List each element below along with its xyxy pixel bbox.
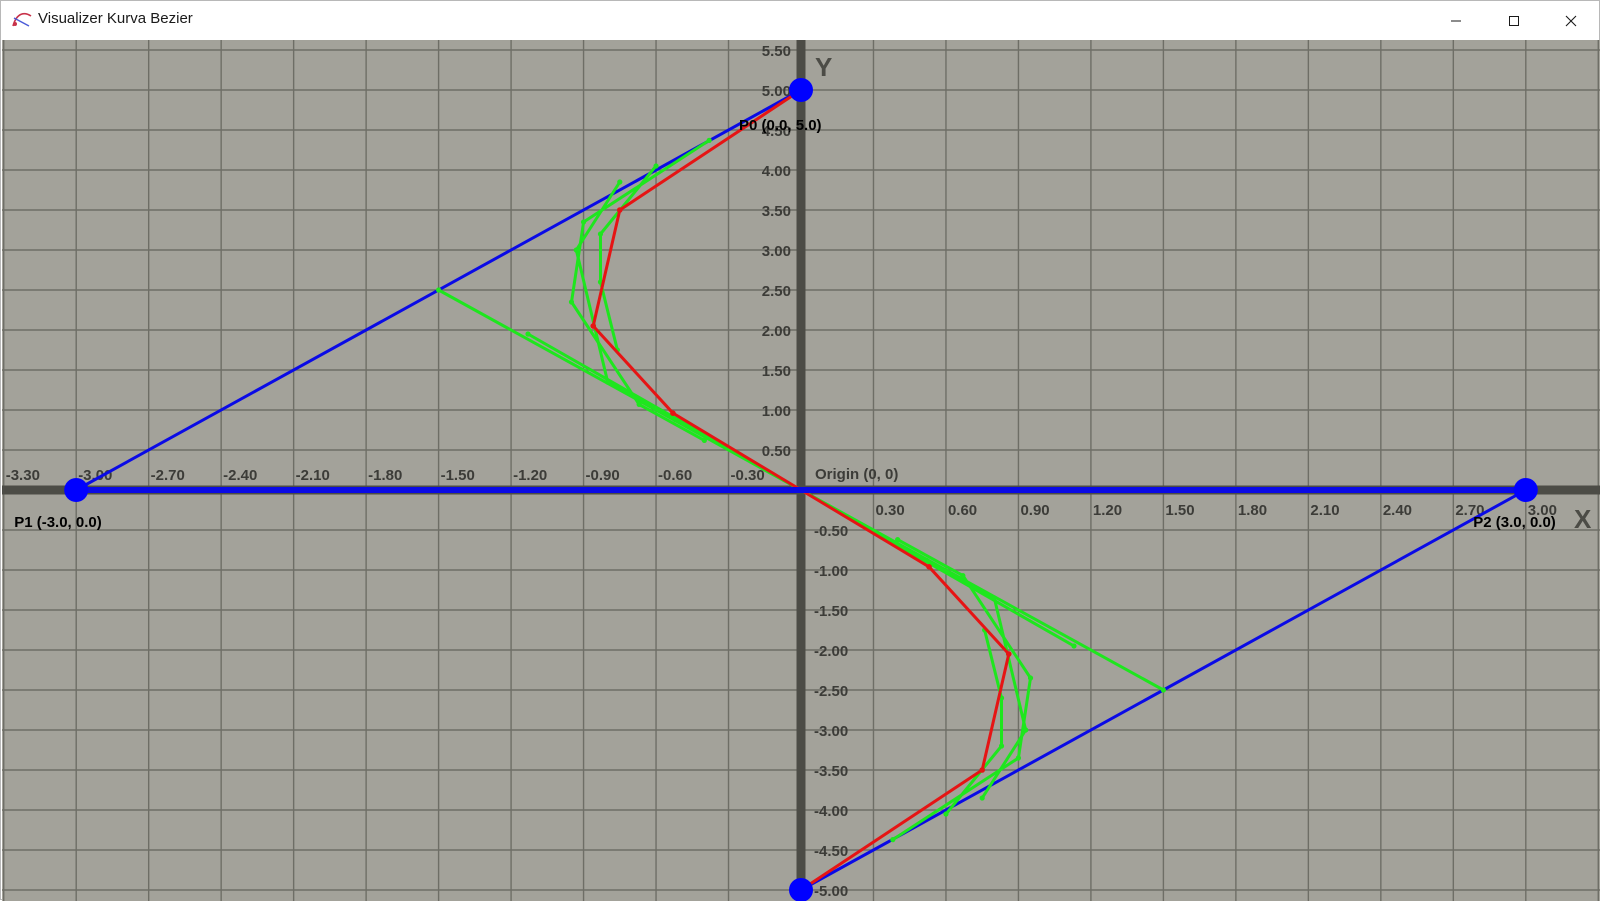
x-tick-label: -2.40 <box>223 467 257 484</box>
x-tick-label: -2.70 <box>151 467 185 484</box>
y-tick-label: 1.50 <box>762 363 791 380</box>
origin-label: Origin (0, 0) <box>815 466 898 483</box>
y-tick-label: -4.50 <box>814 843 848 860</box>
bezier-plot[interactable]: -3.30 -3.00 -2.70 -2.40 -2.10 -1.80 -1.50 -1.20… <box>2 40 1600 901</box>
x-tick-label: 0.90 <box>1020 502 1049 519</box>
construction-point <box>895 537 901 543</box>
y-tick-label: 0.50 <box>762 443 791 460</box>
curve-vertex <box>926 564 932 570</box>
x-tick-label: 1.50 <box>1165 502 1194 519</box>
y-tick-label: 5.50 <box>762 43 791 60</box>
x-tick-label: -2.10 <box>296 467 330 484</box>
construction-point <box>597 231 604 237</box>
x-tick-label: -0.60 <box>658 467 692 484</box>
construction-point <box>706 137 712 143</box>
curve-vertex <box>979 767 985 773</box>
x-tick-label: 0.60 <box>948 502 977 519</box>
window-title: Visualizer Kurva Bezier <box>38 10 193 27</box>
maximize-icon <box>1509 15 1519 26</box>
curve-vertex <box>590 323 597 329</box>
construction-point <box>617 179 623 185</box>
construction-point <box>1071 643 1077 649</box>
y-tick-label: -2.50 <box>814 683 848 700</box>
bezier-curve-icon <box>12 12 32 27</box>
construction-point <box>960 573 966 579</box>
y-tick-label: -5.00 <box>814 883 848 900</box>
construction-point <box>701 437 707 443</box>
minimize-button[interactable] <box>1427 1 1485 40</box>
construction-point <box>525 331 531 337</box>
y-tick-label: 3.50 <box>762 203 791 220</box>
tick-labels: -3.30 -3.00 -2.70 -2.40 -2.10 -1.80 -1.50 -1.20… <box>6 43 1557 900</box>
y-tick-label: -1.50 <box>814 603 848 620</box>
construction-point <box>1015 755 1022 761</box>
control-point-label-p1: P1 (-3.0, 0.0) <box>14 514 102 531</box>
construction-point <box>672 417 678 423</box>
x-tick-label: 0.30 <box>875 502 904 519</box>
y-tick-label: -4.00 <box>814 803 848 820</box>
construction-point <box>436 287 442 293</box>
x-tick-label: 1.20 <box>1093 502 1122 519</box>
construction-point <box>890 837 896 843</box>
control-point-p3[interactable] <box>789 878 813 901</box>
construction-point <box>605 379 611 385</box>
y-tick-label: -0.50 <box>814 523 848 540</box>
y-tick-label: 3.00 <box>762 243 791 260</box>
x-tick-label: -3.30 <box>6 467 40 484</box>
construction-point <box>653 163 659 169</box>
control-point-p2[interactable] <box>1513 478 1538 502</box>
construction-point <box>979 795 985 801</box>
bezier-canvas[interactable]: -3.30 -3.00 -2.70 -2.40 -2.10 -1.80 -1.50 -1.20… <box>2 40 1600 901</box>
y-tick-label: -3.00 <box>814 723 848 740</box>
construction-point <box>580 219 587 225</box>
maximize-button[interactable] <box>1485 1 1543 40</box>
app-window: Visualizer Kurva Bezier -3.30 -3.00 -2.70-… <box>0 0 1600 901</box>
x-tick-label: 1.80 <box>1238 502 1267 519</box>
title-bar[interactable]: Visualizer Kurva Bezier <box>1 1 1599 40</box>
close-button[interactable] <box>1542 1 1600 40</box>
construction-point <box>943 811 949 817</box>
x-tick-label: -1.20 <box>513 467 547 484</box>
construction-point <box>924 557 930 564</box>
y-tick-label: -3.50 <box>814 763 848 780</box>
construction-point <box>636 401 642 407</box>
construction-point <box>568 299 575 305</box>
y-tick-label: 1.00 <box>762 403 791 420</box>
y-axis-label: Y <box>815 52 832 82</box>
x-tick-label: -0.90 <box>586 467 620 484</box>
y-tick-label: -2.00 <box>814 643 848 660</box>
control-point-p0[interactable] <box>789 78 813 102</box>
x-tick-label: 2.40 <box>1383 502 1412 519</box>
y-tick-label: -1.00 <box>814 563 848 580</box>
y-tick-label: 2.00 <box>762 323 791 340</box>
close-icon <box>1565 15 1577 26</box>
construction-point <box>1160 687 1166 693</box>
construction-point <box>1023 727 1029 733</box>
x-tick-label: -0.30 <box>731 467 765 484</box>
curve-vertex <box>617 207 623 213</box>
curve-vertex <box>670 410 676 417</box>
minimize-icon <box>1451 20 1461 21</box>
y-tick-label: 2.50 <box>762 283 791 300</box>
x-tick-label: 2.10 <box>1310 502 1339 519</box>
construction-point <box>991 595 997 601</box>
control-point-label-p0: P0 (0.0, 5.0) <box>739 117 822 134</box>
y-tick-label: 4.00 <box>762 163 791 180</box>
x-tick-label: -1.80 <box>368 467 402 484</box>
construction-point <box>998 743 1005 749</box>
construction-point <box>573 247 579 253</box>
x-axis-label: X <box>1574 504 1592 534</box>
x-tick-label: -1.50 <box>441 467 475 484</box>
control-point-p1[interactable] <box>64 478 89 502</box>
control-point-label-p2: P2 (3.0, 0.0) <box>1473 514 1556 531</box>
construction-point <box>1027 675 1034 681</box>
curve-vertex <box>1005 651 1012 657</box>
